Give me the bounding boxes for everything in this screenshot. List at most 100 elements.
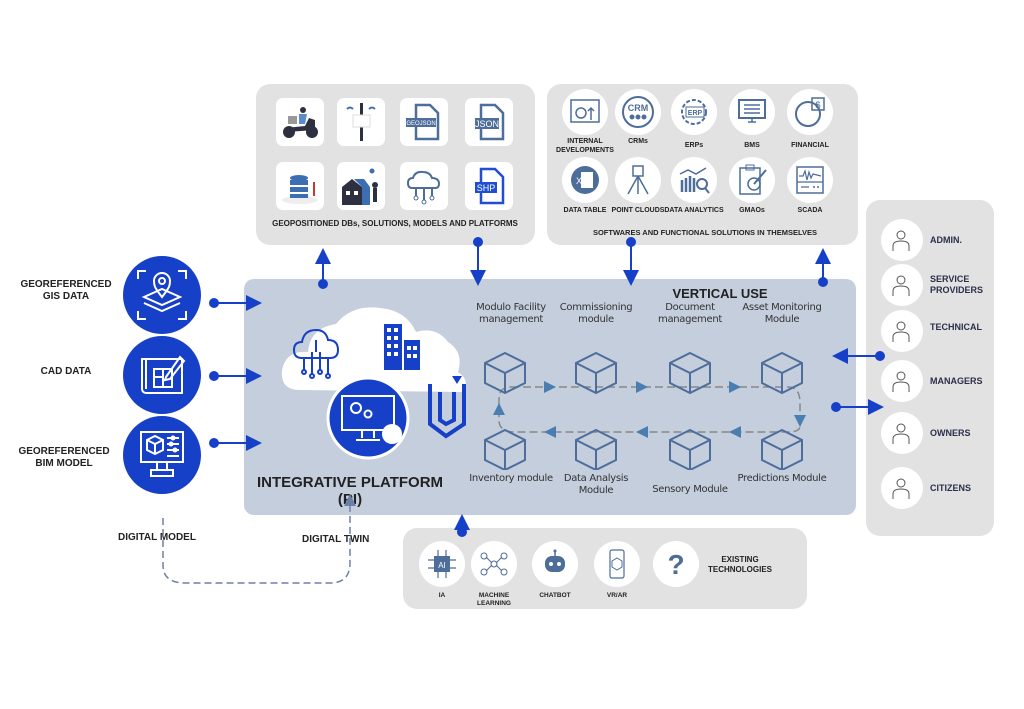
svg-text:X: X xyxy=(576,176,582,186)
user-label: OWNERS xyxy=(930,428,971,438)
question-mark-icon: ? xyxy=(667,549,684,580)
user-citizens xyxy=(881,467,923,509)
module-cube-top-1 xyxy=(484,351,526,395)
geojson-file-icon: GEOJSON xyxy=(406,103,440,141)
json-text: JSON xyxy=(475,119,499,129)
technology-item-other: ? xyxy=(653,541,699,587)
database-icon xyxy=(282,175,318,204)
user-managers xyxy=(881,360,923,402)
geo-item-antenna xyxy=(337,98,385,146)
connector-dot-cad xyxy=(209,371,219,381)
platform-title: INTEGRATIVE PLATFORM (PI) xyxy=(250,474,450,508)
technologies-title: EXISTING TECHNOLOGIES xyxy=(707,555,772,574)
flow-arrow-left-3 xyxy=(544,426,556,438)
erp-gear-icon: ERP xyxy=(681,99,707,125)
technology-item-label: IA xyxy=(438,592,446,599)
module-cube-bottom-4 xyxy=(761,428,803,470)
admin-user-icon xyxy=(892,230,910,251)
module-cube-top-2 xyxy=(575,351,617,395)
module-label-top-4: Asset Monitoring Module xyxy=(742,302,822,325)
technology-item-label: MACHINE LEARNING xyxy=(477,592,511,607)
shp-text: SHP xyxy=(477,183,496,193)
software-item-erps: ERP xyxy=(671,89,717,135)
ai-chip-icon: AI xyxy=(428,550,456,578)
shp-file-icon: SHP xyxy=(475,167,505,205)
svg-text:CRM: CRM xyxy=(628,103,649,113)
vertical-use-title: VERTICAL USE xyxy=(672,286,768,301)
clipboard-gear-icon xyxy=(739,164,767,195)
platform-illustration xyxy=(281,307,466,460)
geo-item-geojson: GEOJSON xyxy=(400,98,448,146)
software-item-scada xyxy=(787,157,833,203)
flow-arrow-right-3 xyxy=(729,381,741,393)
users-badge-icon xyxy=(382,424,402,444)
module-flow-loop xyxy=(498,386,801,433)
monitor-icon xyxy=(738,99,766,123)
software-item-point-clouds xyxy=(615,157,661,203)
flow-arrow-right-1 xyxy=(544,381,556,393)
scooter-delivery-icon xyxy=(283,107,318,138)
module-label-bottom-1: Inventory module xyxy=(469,473,553,484)
cloud-network-icon xyxy=(406,170,441,205)
input-label-cad: CAD DATA xyxy=(40,366,92,377)
vr-phone-icon xyxy=(609,549,625,579)
module-cube-bottom-3 xyxy=(669,428,711,470)
module-cube-top-3 xyxy=(669,351,711,395)
user-technical xyxy=(881,310,923,352)
software-item-bms xyxy=(729,89,775,135)
flow-arrow-left-1 xyxy=(729,426,741,438)
software-item-gmaos xyxy=(729,157,775,203)
chatbot-icon xyxy=(545,549,565,572)
module-cube-bottom-2 xyxy=(575,428,617,470)
house-location-icon xyxy=(342,168,378,205)
input-label-bim: GEOREFERENCED BIM MODEL xyxy=(18,446,110,469)
geopositioned-title: GEOPOSITIONED DBs, SOLUTIONS, MODELS AND… xyxy=(272,219,518,228)
geojson-text: GEOJSON xyxy=(406,121,435,127)
technology-item-chatbot xyxy=(532,541,578,587)
input-label-gis: GEOREFERENCED GIS DATA xyxy=(20,279,112,302)
module-cube-top-4 xyxy=(761,351,803,395)
tripod-scanner-icon xyxy=(627,165,649,195)
connector-dot-gis xyxy=(209,298,219,308)
digital-model-label: DIGITAL MODEL xyxy=(118,532,196,543)
svg-text:AI: AI xyxy=(438,561,446,570)
input-cad xyxy=(123,336,201,414)
user-label: TECHNICAL xyxy=(930,322,982,332)
software-item-label: FINANCIAL xyxy=(791,142,829,149)
map-layers-pin-icon xyxy=(137,270,187,320)
user-label: MANAGERS xyxy=(930,376,983,386)
connector-dot-bim xyxy=(209,438,219,448)
service-provider-icon xyxy=(892,275,910,296)
software-item-crms: CRM xyxy=(615,89,661,135)
crm-icon: CRM xyxy=(622,96,654,128)
manager-icon xyxy=(892,371,910,392)
platform-title-line1: INTEGRATIVE PLATFORM xyxy=(256,474,444,491)
module-label-bottom-2: Data Analysis Module xyxy=(563,473,629,496)
monitor-cube-icon xyxy=(140,431,184,477)
software-title: SOFTWARES AND FUNCTIONAL SOLUTIONS IN TH… xyxy=(592,228,818,237)
technology-item-machine-learning xyxy=(471,541,517,587)
user-label: SERVICE PROVIDERS xyxy=(930,274,984,295)
geo-item-shp: SHP xyxy=(465,162,513,210)
flow-arrow-right-2 xyxy=(636,381,648,393)
pie-dollar-icon: $ xyxy=(795,97,825,127)
geo-item-cloud xyxy=(400,162,448,210)
module-label-top-2: Commissioning module xyxy=(559,302,633,325)
flow-arrow-left-2 xyxy=(636,426,648,438)
excel-icon: X xyxy=(571,166,599,194)
module-label-top-3: Document management xyxy=(658,302,722,325)
technician-icon xyxy=(892,321,910,342)
svg-text:ERP: ERP xyxy=(688,110,703,117)
geo-item-scooter xyxy=(276,98,324,146)
module-label-bottom-4: Predictions Module xyxy=(737,473,827,484)
flow-arrow-up xyxy=(493,403,505,415)
technology-item-label: VR/AR xyxy=(606,592,628,599)
platform-title-line2: (PI) xyxy=(337,491,363,508)
technology-item-vr-ar xyxy=(594,541,640,587)
software-item-internal-developments xyxy=(562,89,608,135)
svg-text:?: ? xyxy=(667,549,684,580)
bar-chart-search-icon xyxy=(679,167,710,194)
gear-code-icon xyxy=(570,99,600,123)
svg-text:$: $ xyxy=(815,100,820,110)
user-service-providers xyxy=(881,264,923,306)
